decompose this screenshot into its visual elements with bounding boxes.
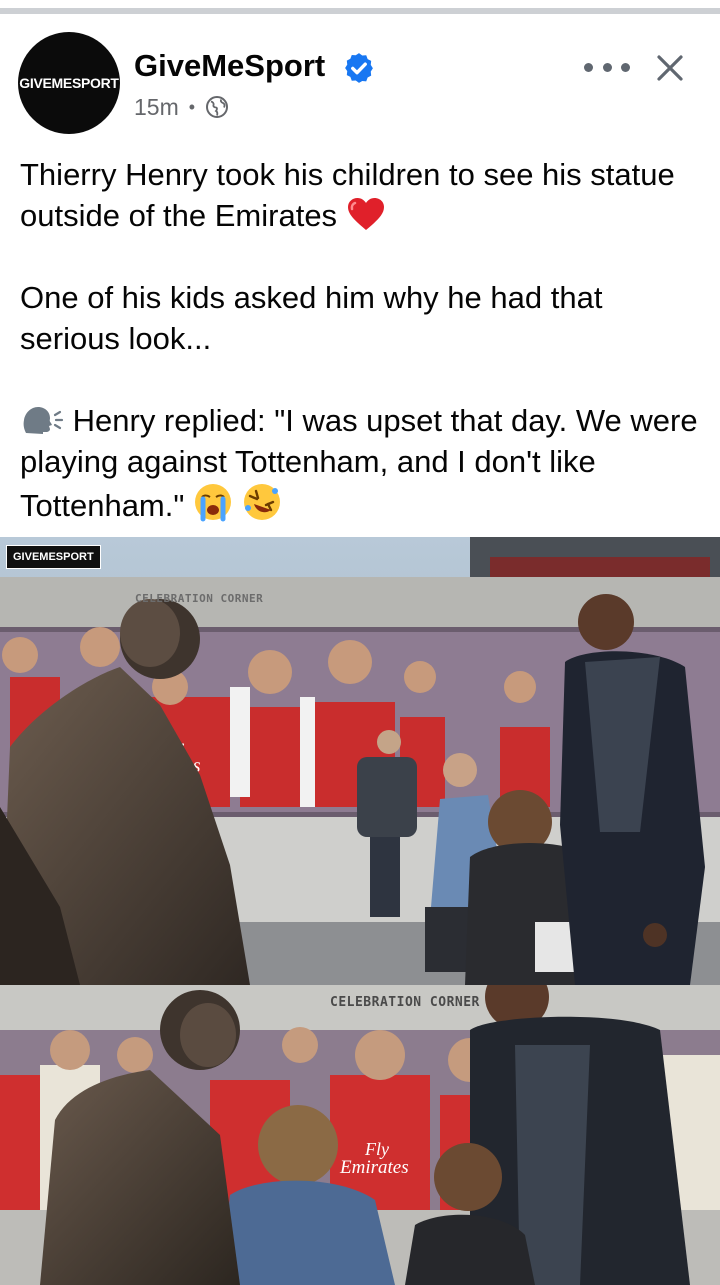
photo-sign-top: CELEBRATION CORNER [135, 592, 264, 605]
more-options-button[interactable] [584, 52, 630, 82]
photo-bottom-illustration: Fly Emirates [0, 985, 720, 1285]
verified-badge-icon [345, 53, 373, 83]
speaking-head-emoji [23, 407, 64, 434]
post-photo-bottom[interactable]: Fly Emirates CELEBRATION CORNER [0, 985, 720, 1285]
photo-sign-bottom: CELEBRATION CORNER [330, 995, 480, 1010]
svg-text:Emirates: Emirates [339, 1157, 409, 1178]
red-heart-emoji [347, 198, 384, 230]
globe-icon [206, 96, 229, 118]
post-paragraph-2: One of his kids asked him why he had tha… [20, 280, 603, 356]
meta-separator: • [188, 96, 196, 117]
post-text-3: Henry replied: "I was upset that day. We… [20, 403, 698, 523]
avatar-logo-text: GIVEMESPORT [19, 75, 119, 91]
more-dot-icon [602, 62, 612, 72]
post-time[interactable]: 15m [134, 94, 179, 121]
loudly-crying-emoji [195, 484, 231, 522]
top-divider [0, 0, 720, 16]
close-icon[interactable] [650, 48, 690, 88]
photo-top-illustration: Fly irates [0, 537, 720, 985]
post-photo-top[interactable]: Fly irates GIVEMESPORT CELEBRATION CORNE… [0, 537, 720, 985]
photo-watermark: GIVEMESPORT [6, 545, 101, 569]
post-paragraph-3: Henry replied: "I was upset that day. We… [20, 400, 710, 526]
more-dot-icon [584, 62, 593, 72]
svg-text:Fly: Fly [364, 1139, 389, 1159]
post-paragraph-1: Thierry Henry took his children to see h… [20, 154, 710, 236]
page-avatar[interactable]: GIVEMESPORT [18, 32, 120, 134]
rolling-laughing-emoji [243, 484, 280, 520]
more-dot-icon [621, 62, 630, 72]
post-body: Thierry Henry took his children to see h… [20, 154, 710, 526]
page-name[interactable]: GiveMeSport [134, 48, 325, 84]
post-meta: 15m • [134, 92, 229, 122]
post-header: GIVEMESPORT GiveMeSport 15m • [0, 20, 720, 140]
